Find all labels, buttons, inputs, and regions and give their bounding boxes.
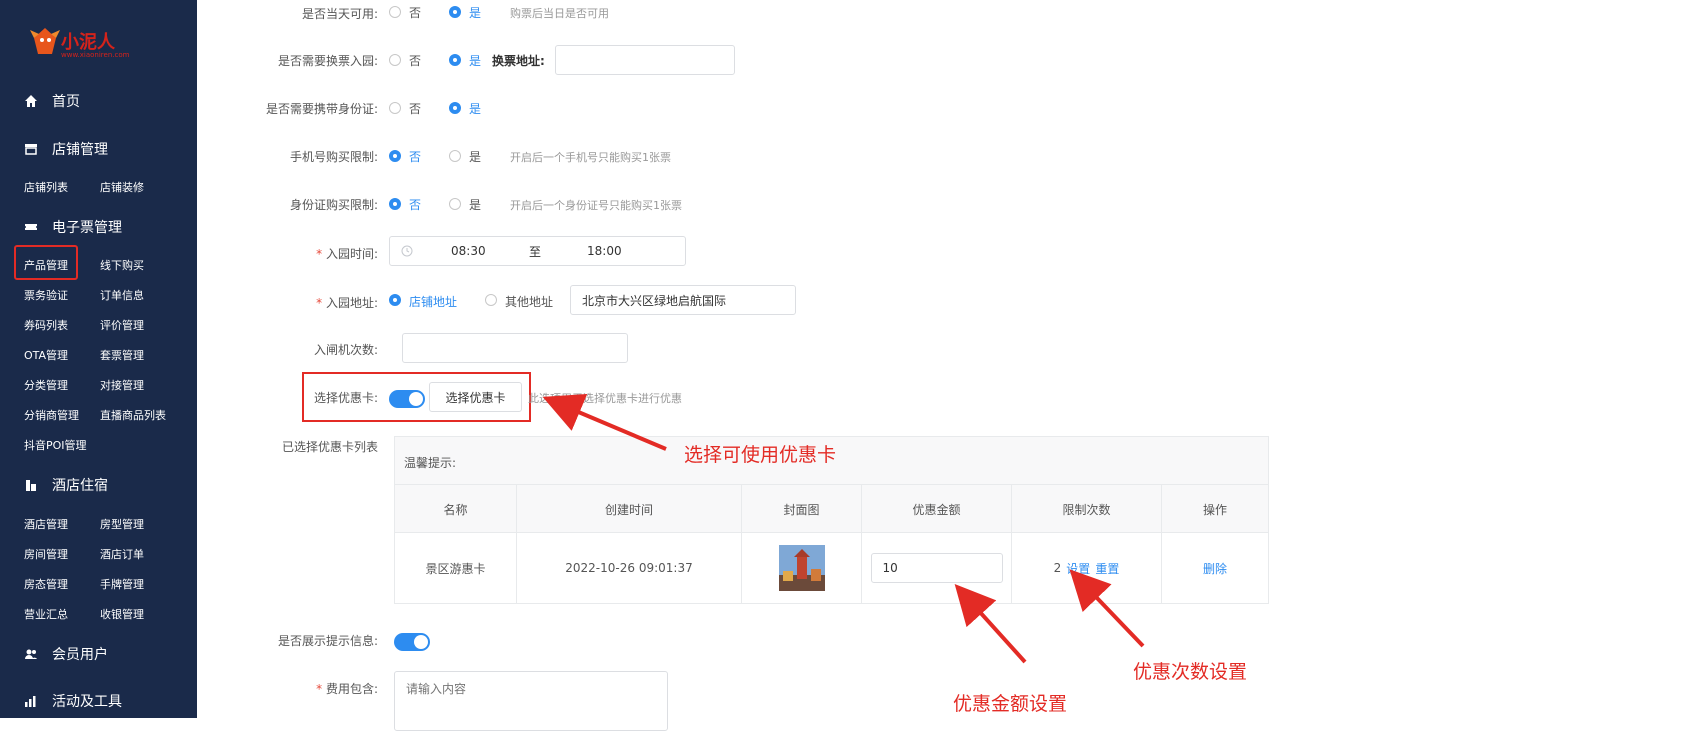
annotation-limit: 优惠次数设置	[1133, 661, 1248, 683]
arrow-to-amount	[954, 584, 1027, 664]
annotation-arrows	[542, 394, 1145, 664]
annotation-amount: 优惠金额设置	[953, 693, 1068, 715]
arrow-to-select-button	[542, 394, 667, 451]
annotation-select-card: 选择可使用优惠卡	[684, 444, 837, 466]
arrow-to-limit	[1069, 569, 1145, 648]
